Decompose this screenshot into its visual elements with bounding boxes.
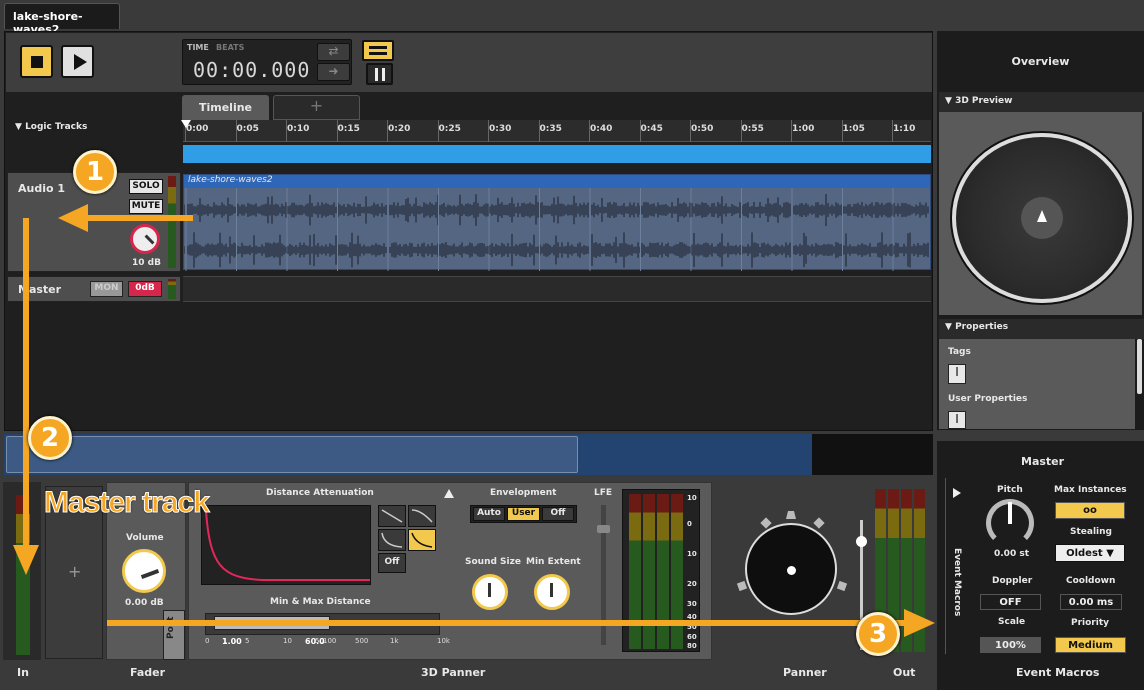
callout-1: 1 xyxy=(73,150,117,194)
annotation-arrows xyxy=(13,204,935,637)
callout-3: 3 xyxy=(856,612,900,656)
callout-2: 2 xyxy=(28,416,72,460)
master-track-caption: Master track xyxy=(44,486,211,520)
